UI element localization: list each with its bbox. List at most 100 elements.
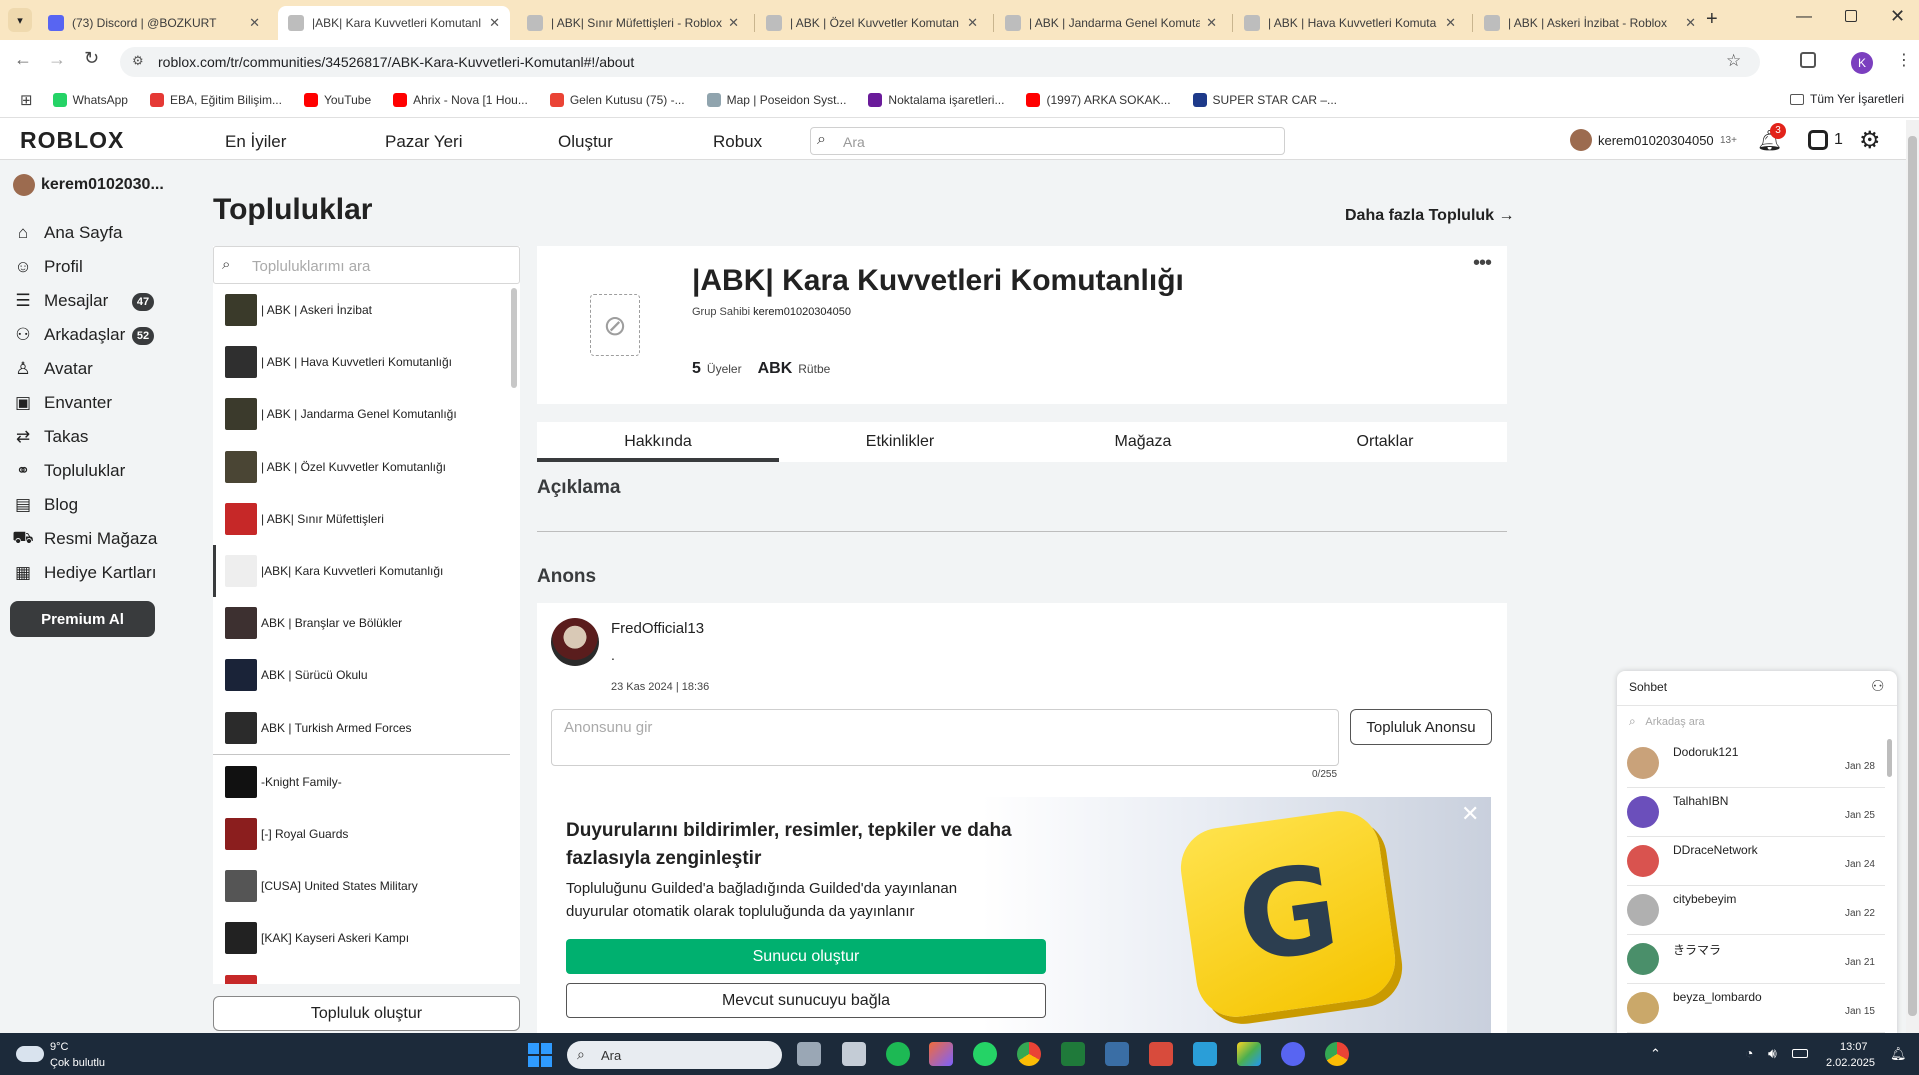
- nav-marketplace[interactable]: Pazar Yeri: [385, 132, 463, 152]
- taskview-icon[interactable]: [797, 1042, 821, 1066]
- sidebar-item-trade[interactable]: ⇄ Takas: [12, 426, 89, 448]
- owner-name[interactable]: kerem01020304050: [753, 306, 851, 318]
- post-author-avatar[interactable]: [551, 618, 599, 666]
- clock-date[interactable]: 2.02.2025: [1826, 1057, 1875, 1069]
- minimize-icon[interactable]: —: [1796, 8, 1812, 26]
- weather-cloud-icon[interactable]: [16, 1046, 44, 1062]
- tab-affiliates[interactable]: Ortaklar: [1264, 422, 1506, 462]
- address-bar[interactable]: ⚙ roblox.com/tr/communities/34526817/ABK…: [120, 47, 1760, 77]
- community-list-item[interactable]: [KAK] Kayseri Askeri Kampı: [213, 912, 510, 964]
- maximize-icon[interactable]: [1845, 10, 1857, 22]
- chat-friend-item[interactable]: beyza_lombardo Jan 15: [1627, 984, 1885, 1033]
- taskbar-search[interactable]: ⌕ Ara: [567, 1041, 782, 1069]
- sidebar-item-avatar[interactable]: ♙ Avatar: [12, 358, 92, 380]
- sidebar-item-home[interactable]: ⌂ Ana Sayfa: [12, 222, 123, 244]
- nav-create[interactable]: Oluştur: [558, 132, 613, 152]
- browser-tab[interactable]: (73) Discord | @BOZKURT ✕: [38, 6, 270, 40]
- nav-robux[interactable]: Robux: [713, 132, 762, 152]
- roblox-logo[interactable]: ROBLOX: [20, 127, 124, 154]
- create-server-button[interactable]: Sunucu oluştur: [566, 939, 1046, 974]
- sidebar-item-blog[interactable]: ▤ Blog: [12, 494, 78, 516]
- tab-close-icon[interactable]: ✕: [489, 15, 500, 31]
- bookmark-item[interactable]: EBA, Eğitim Bilişim...: [149, 92, 282, 107]
- all-bookmarks-link[interactable]: Tüm Yer İşaretleri: [1790, 92, 1904, 106]
- nav-charts[interactable]: En İyiler: [225, 132, 286, 152]
- tab-events[interactable]: Etkinlikler: [779, 422, 1021, 462]
- community-list-item[interactable]: -Knight Family-: [213, 756, 510, 808]
- chat-friend-item[interactable]: Dodoruk121 Jan 28: [1627, 739, 1885, 788]
- tab-close-icon[interactable]: ✕: [249, 15, 260, 31]
- browser-tab[interactable]: | ABK | Askeri İnzibat - Roblox ✕: [1474, 6, 1706, 40]
- browser-menu-icon[interactable]: ⋮: [1896, 50, 1912, 70]
- bookmark-item[interactable]: (1997) ARKA SOKAK...: [1026, 92, 1171, 107]
- more-communities-link[interactable]: Daha fazla Topluluk →: [1345, 207, 1515, 225]
- connect-server-button[interactable]: Mevcut sunucuyu bağla: [566, 983, 1046, 1018]
- bookmark-star-icon[interactable]: ☆: [1726, 51, 1741, 71]
- tray-battery-icon[interactable]: [1792, 1049, 1808, 1058]
- community-list-item[interactable]: ABK | Turkish Armed Forces: [213, 702, 510, 754]
- sidebar-username[interactable]: kerem0102030...: [41, 176, 164, 194]
- weather-desc[interactable]: Çok bulutlu: [50, 1057, 105, 1069]
- more-options-icon[interactable]: •••: [1473, 252, 1492, 275]
- community-list-item[interactable]: | ABK | Askeri İnzibat: [213, 284, 510, 336]
- create-community-button[interactable]: Topluluk oluştur: [213, 996, 520, 1031]
- bookmark-item[interactable]: YouTube: [303, 92, 371, 107]
- new-tab-icon[interactable]: +: [1706, 8, 1718, 31]
- robux-icon[interactable]: [1808, 130, 1828, 150]
- browser-tab[interactable]: | ABK | Jandarma Genel Komuta ✕: [995, 6, 1227, 40]
- community-list-item[interactable]: | ABK | Hava Kuvvetleri Komutanlığı: [213, 336, 510, 388]
- bookmark-item[interactable]: SUPER STAR CAR –...: [1192, 92, 1337, 107]
- bookmark-item[interactable]: Noktalama işaretleri...: [868, 92, 1004, 107]
- close-window-icon[interactable]: ✕: [1890, 6, 1905, 27]
- sidebar-item-profile[interactable]: ☺ Profil: [12, 256, 82, 278]
- sidebar-item-inventory[interactable]: ▣ Envanter: [12, 392, 112, 414]
- new-chat-icon[interactable]: ⚇: [1871, 677, 1884, 695]
- robux-balance[interactable]: 1: [1834, 131, 1843, 149]
- post-author[interactable]: FredOfficial13: [611, 620, 704, 637]
- chrome-active-icon[interactable]: [1325, 1042, 1349, 1066]
- sidebar-item-giftcard[interactable]: ▦ Hediye Kartları: [12, 562, 156, 584]
- browser-tab[interactable]: | ABK | Özel Kuvvetler Komutan ✕: [756, 6, 988, 40]
- back-icon[interactable]: ←: [14, 49, 32, 70]
- premium-button[interactable]: Premium Al: [10, 601, 155, 637]
- tab-close-icon[interactable]: ✕: [1206, 15, 1217, 31]
- bookmark-item[interactable]: Gelen Kutusu (75) -...: [549, 92, 685, 107]
- weather-temp[interactable]: 9°C: [50, 1041, 68, 1053]
- extensions-icon[interactable]: [1800, 52, 1816, 68]
- profile-avatar[interactable]: K: [1851, 52, 1873, 74]
- bookmark-item[interactable]: Map | Poseidon Syst...: [706, 92, 846, 107]
- shout-input[interactable]: Anonsunu gir: [551, 709, 1339, 766]
- copilot-icon[interactable]: [929, 1042, 953, 1066]
- community-search-input[interactable]: ⌕ Topluluklarımı ara: [213, 246, 520, 284]
- chat-friend-item[interactable]: DDraceNetwork Jan 24: [1627, 837, 1885, 886]
- sidebar-item-communities[interactable]: ⚭ Topluluklar: [12, 460, 125, 482]
- discord-icon[interactable]: [1281, 1042, 1305, 1066]
- sidebar-item-messages[interactable]: ☰ Mesajlar: [12, 290, 108, 312]
- tab-close-icon[interactable]: ✕: [967, 15, 978, 31]
- chat-friend-item[interactable]: きラマラ Jan 21: [1627, 935, 1885, 984]
- community-list-item[interactable]: | ABK| Sınır Müfettişleri: [213, 493, 510, 545]
- whatsapp-icon[interactable]: [973, 1042, 997, 1066]
- header-avatar[interactable]: [1570, 129, 1592, 151]
- start-windows-icon[interactable]: [528, 1043, 552, 1067]
- url-text[interactable]: roblox.com/tr/communities/34526817/ABK-K…: [158, 54, 634, 70]
- browser-tab[interactable]: |ABK| Kara Kuvvetleri Komutanl ✕: [278, 6, 510, 40]
- chat-friend-item[interactable]: TalhahIBN Jan 25: [1627, 788, 1885, 837]
- community-list-item[interactable]: ABK | Sürücü Okulu: [213, 649, 510, 701]
- forward-icon[interactable]: →: [48, 49, 66, 70]
- bluestacks-icon[interactable]: [1237, 1042, 1261, 1066]
- community-list-item[interactable]: |ABK| Kara Kuvvetleri Komutanlığı: [213, 545, 510, 597]
- chat-title[interactable]: Sohbet: [1629, 680, 1667, 694]
- sidebar-avatar[interactable]: [13, 174, 35, 196]
- chrome-icon[interactable]: [1017, 1042, 1041, 1066]
- community-list-item[interactable]: [CUSA] United States Military: [213, 860, 510, 912]
- tray-chevron-icon[interactable]: ⌃: [1650, 1046, 1661, 1062]
- page-scrollbar-thumb[interactable]: [1908, 136, 1917, 1016]
- shout-button[interactable]: Topluluk Anonsu: [1350, 709, 1492, 745]
- community-list-item[interactable]: [-] Royal Guards: [213, 808, 510, 860]
- roblox-search-input[interactable]: ⌕ Ara: [810, 127, 1285, 155]
- spotify-icon[interactable]: [886, 1042, 910, 1066]
- file-explorer-icon[interactable]: [842, 1042, 866, 1066]
- capcut-icon[interactable]: [1193, 1042, 1217, 1066]
- tab-store[interactable]: Mağaza: [1022, 422, 1264, 462]
